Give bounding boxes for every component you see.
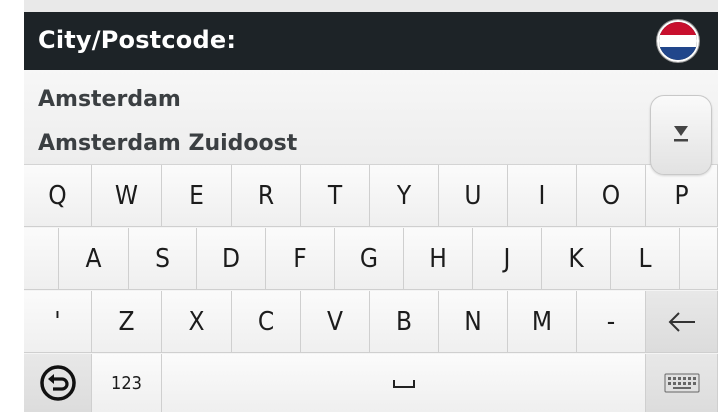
suggestion-item[interactable]: Amsterdam [38, 87, 181, 112]
key-k[interactable]: K [542, 228, 611, 290]
key-spacer-right [680, 228, 718, 290]
key-j[interactable]: J [473, 228, 542, 290]
key-h[interactable]: H [404, 228, 473, 290]
app-screen: City/Postcode: Amsterdam Amsterdam Zuido… [24, 0, 718, 412]
key-t[interactable]: T [301, 165, 370, 227]
scroll-down-icon [674, 126, 688, 142]
key-l[interactable]: L [611, 228, 680, 290]
key-y[interactable]: Y [370, 165, 439, 227]
search-header: City/Postcode: [24, 12, 718, 70]
key-i[interactable]: I [508, 165, 577, 227]
key-a[interactable]: A [59, 228, 129, 290]
key-f[interactable]: F [266, 228, 335, 290]
key-apostrophe[interactable]: ' [24, 291, 92, 353]
hide-keyboard-key[interactable] [646, 354, 718, 412]
key-o[interactable]: O [577, 165, 646, 227]
back-key[interactable] [24, 354, 92, 412]
key-z[interactable]: Z [92, 291, 162, 353]
space-bar-icon [392, 380, 415, 388]
key-c[interactable]: C [232, 291, 301, 353]
backspace-key[interactable] [646, 291, 718, 353]
key-u[interactable]: U [439, 165, 508, 227]
netherlands-flag-icon[interactable] [657, 20, 699, 62]
key-x[interactable]: X [162, 291, 232, 353]
key-e[interactable]: E [162, 165, 232, 227]
space-key[interactable] [162, 354, 646, 412]
key-w[interactable]: W [92, 165, 162, 227]
key-g[interactable]: G [335, 228, 404, 290]
key-s[interactable]: S [129, 228, 197, 290]
key-v[interactable]: V [301, 291, 370, 353]
numbers-key[interactable]: 123 [92, 354, 162, 412]
suggestion-list: Amsterdam Amsterdam Zuidoost [24, 70, 718, 170]
scroll-down-button[interactable] [650, 95, 712, 175]
suggestion-item[interactable]: Amsterdam Zuidoost [38, 131, 297, 156]
key-q[interactable]: Q [24, 165, 92, 227]
key-m[interactable]: M [508, 291, 577, 353]
page-title: City/Postcode: [38, 26, 237, 54]
key-spacer-left [24, 228, 59, 290]
key-hyphen[interactable]: - [577, 291, 646, 353]
backspace-arrow-icon [668, 311, 695, 332]
key-d[interactable]: D [197, 228, 266, 290]
back-circle-icon [39, 365, 76, 401]
key-r[interactable]: R [232, 165, 301, 227]
keyboard-icon [664, 373, 699, 393]
key-b[interactable]: B [370, 291, 439, 353]
on-screen-keyboard: Q W E R T Y U I O P A S D F G H J K L ' … [24, 164, 718, 412]
key-n[interactable]: N [439, 291, 508, 353]
